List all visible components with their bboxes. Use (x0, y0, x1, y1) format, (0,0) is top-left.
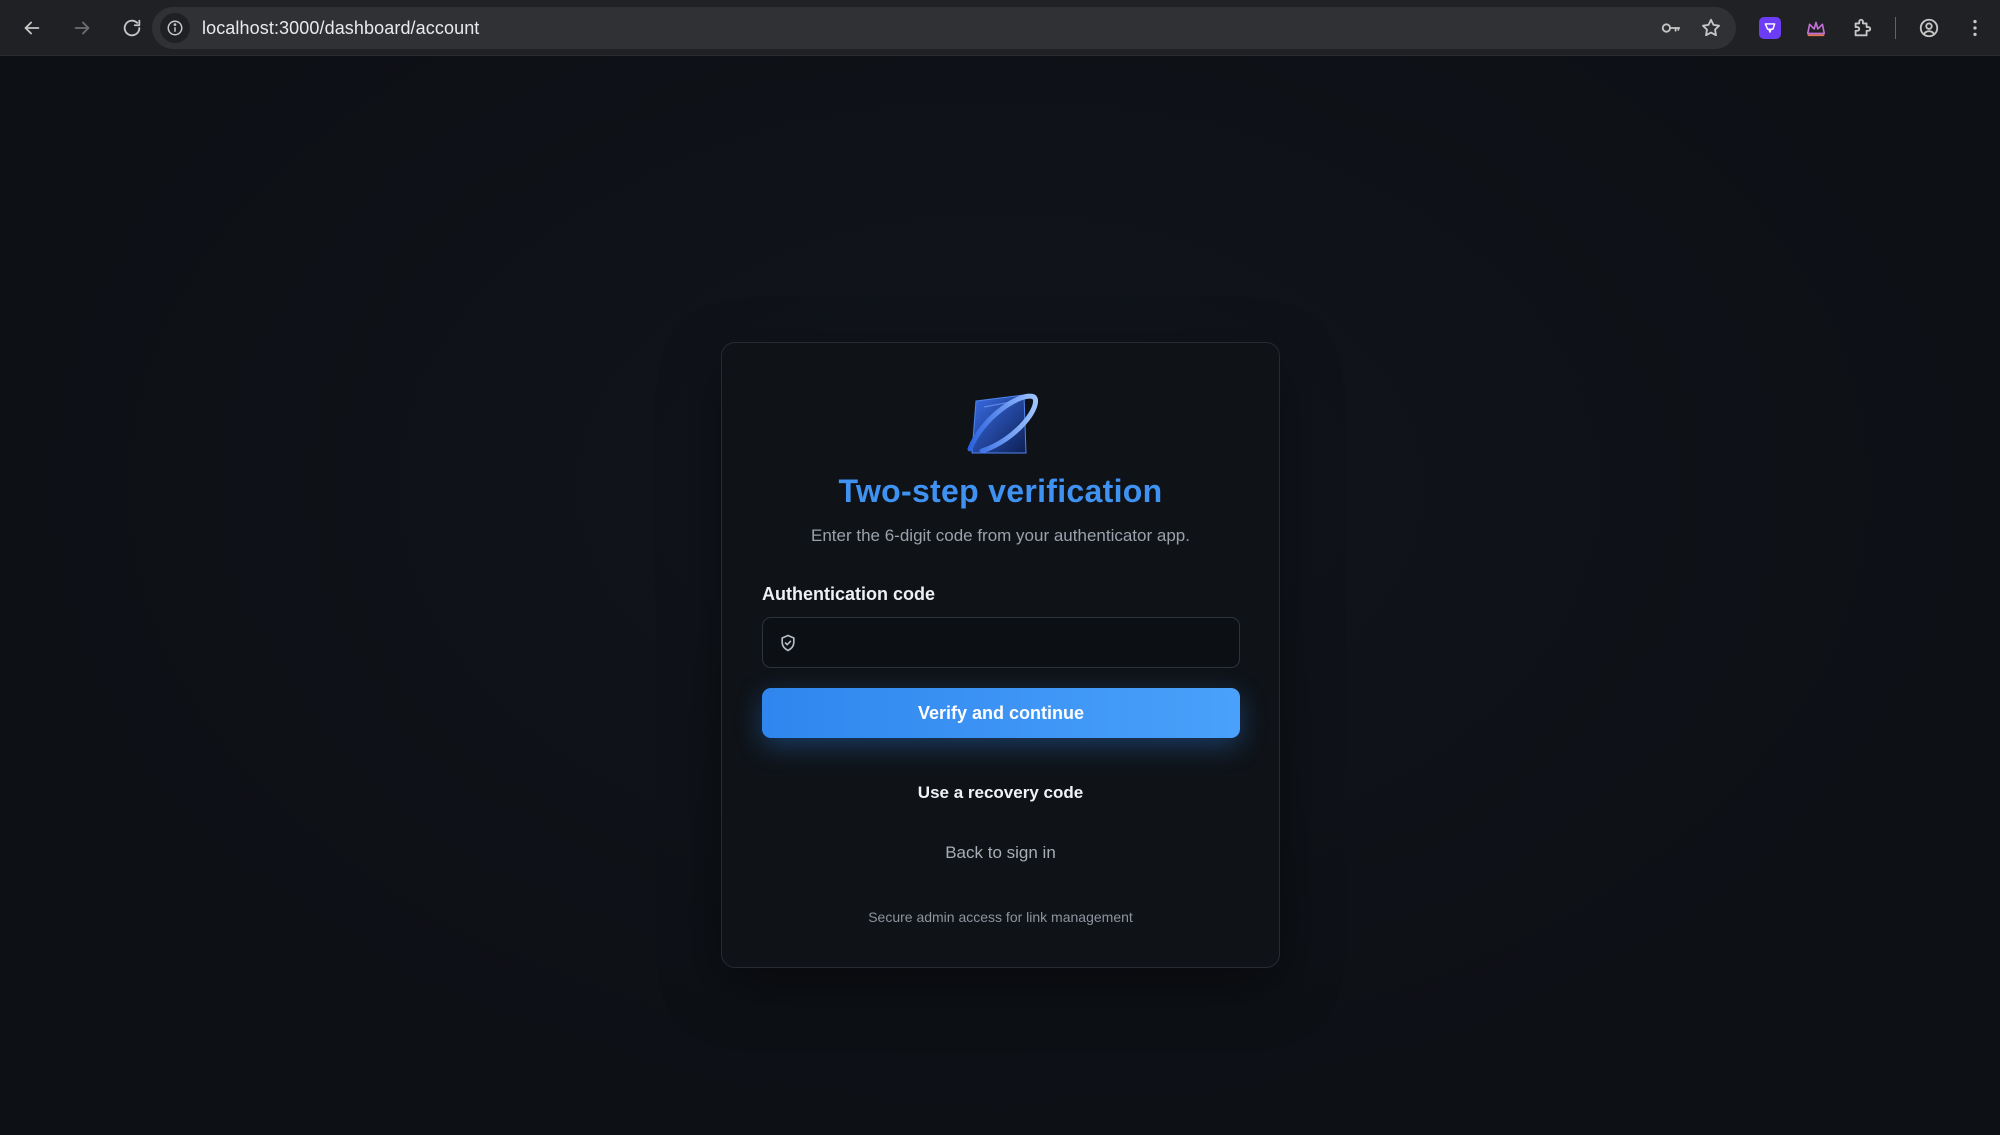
extension-button-2[interactable] (1797, 9, 1835, 47)
browser-toolbar: localhost:3000/dashboard/account (0, 0, 2000, 56)
profile-button[interactable] (1910, 9, 1948, 47)
reload-icon (123, 19, 141, 36)
site-info-icon (167, 20, 183, 36)
use-recovery-code-link[interactable]: Use a recovery code (722, 783, 1279, 803)
menu-kebab-icon (1973, 19, 1977, 37)
back-arrow-icon (24, 21, 40, 34)
toolbar-divider (1895, 17, 1896, 39)
page-content: Two-step verification Enter the 6-digit … (0, 57, 2000, 1135)
back-button[interactable] (10, 6, 54, 50)
extension-purple-icon (1759, 17, 1781, 39)
forward-button[interactable] (60, 6, 104, 50)
reload-button[interactable] (110, 6, 154, 50)
auth-code-label: Authentication code (762, 584, 936, 604)
extension-button-1[interactable] (1751, 9, 1789, 47)
extension-crown-icon (1806, 21, 1826, 37)
address-bar[interactable]: localhost:3000/dashboard/account (152, 7, 1736, 49)
password-manager-button[interactable] (1656, 13, 1686, 43)
page-subtitle: Enter the 6-digit code from your authent… (811, 526, 1190, 545)
app-logo-icon (962, 387, 1040, 459)
footer-note: Secure admin access for link management (868, 909, 1133, 925)
password-key-icon (1661, 23, 1681, 33)
extensions-menu-button[interactable] (1843, 9, 1881, 47)
back-to-sign-in-link[interactable]: Back to sign in (722, 843, 1279, 863)
site-info-button[interactable] (160, 13, 190, 43)
profile-icon (1919, 18, 1939, 38)
auth-code-input[interactable] (809, 618, 1227, 667)
auth-code-field[interactable] (762, 617, 1240, 668)
browser-menu-button[interactable] (1956, 9, 1994, 47)
shield-check-icon (777, 632, 799, 654)
verify-continue-button[interactable]: Verify and continue (762, 688, 1240, 738)
page-title: Two-step verification (838, 473, 1163, 509)
bookmark-button[interactable] (1696, 13, 1726, 43)
verification-card: Two-step verification Enter the 6-digit … (721, 342, 1280, 968)
url-text[interactable]: localhost:3000/dashboard/account (202, 18, 479, 39)
forward-arrow-icon (74, 21, 90, 34)
extensions-puzzle-icon (1854, 18, 1872, 37)
bookmark-star-icon (1702, 18, 1720, 37)
